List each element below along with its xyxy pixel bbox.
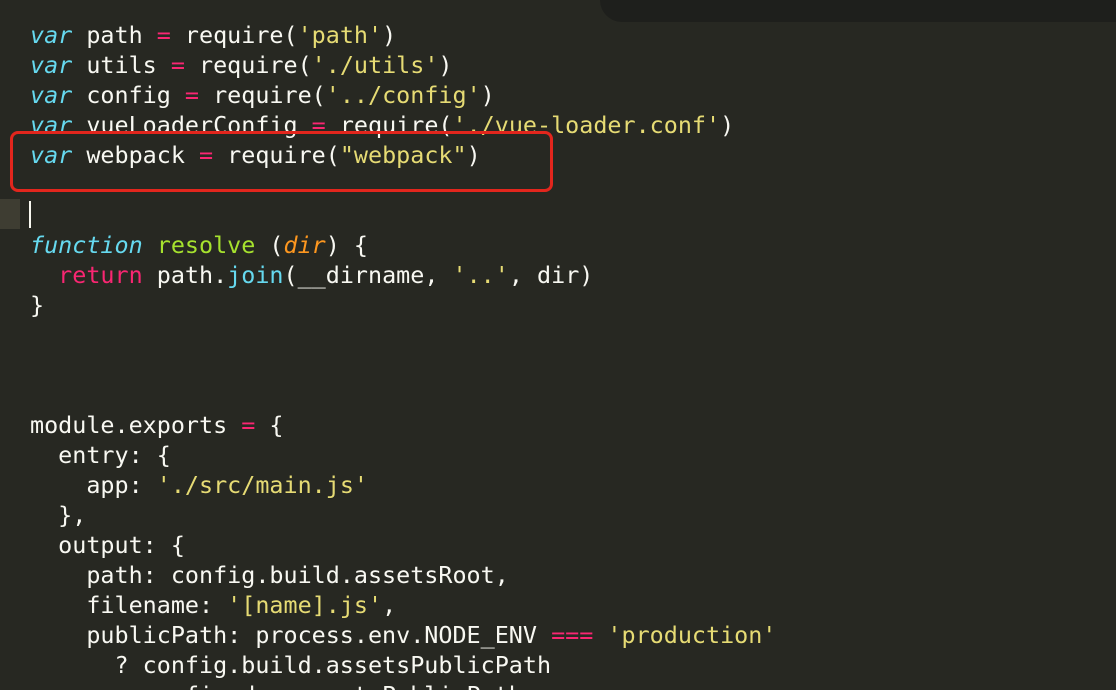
code-token: require( bbox=[184, 51, 312, 79]
code-token: , dir) bbox=[508, 261, 594, 289]
code-line[interactable]: publicPath: process.env.NODE_ENV === 'pr… bbox=[30, 620, 776, 650]
code-token: app: bbox=[30, 471, 157, 499]
code-token: './utils' bbox=[311, 51, 439, 79]
code-token: : config.dev.assetsPublicPath bbox=[30, 681, 522, 690]
code-token: 'path' bbox=[297, 21, 383, 49]
code-token: }, bbox=[30, 501, 87, 529]
code-token: dir bbox=[283, 231, 326, 259]
code-token: } bbox=[30, 291, 45, 319]
code-token: ) bbox=[438, 51, 453, 79]
code-line[interactable]: entry: { bbox=[30, 440, 776, 470]
code-token: ) bbox=[480, 81, 495, 109]
code-token: path: config.build.assetsRoot, bbox=[30, 561, 509, 589]
code-token: 'production' bbox=[607, 621, 777, 649]
code-line[interactable]: var utils = require('./utils') bbox=[30, 50, 776, 80]
code-line[interactable] bbox=[30, 380, 776, 410]
code-line[interactable] bbox=[30, 320, 776, 350]
code-token: = bbox=[184, 81, 200, 109]
code-editor[interactable]: var path = require('path') var utils = re… bbox=[0, 0, 1116, 690]
code-token: config bbox=[72, 81, 185, 109]
code-token: var bbox=[30, 81, 73, 109]
code-line[interactable]: app: './src/main.js' bbox=[30, 470, 776, 500]
code-token: function bbox=[30, 231, 143, 259]
code-line[interactable] bbox=[30, 200, 776, 230]
code-token: (__dirname, bbox=[283, 261, 453, 289]
code-line[interactable]: filename: '[name].js', bbox=[30, 590, 776, 620]
code-line[interactable]: path: config.build.assetsRoot, bbox=[30, 560, 776, 590]
code-token: path bbox=[72, 21, 157, 49]
code-token: ( bbox=[255, 231, 284, 259]
code-token: { bbox=[255, 411, 284, 439]
title-bar bbox=[0, 0, 1116, 22]
code-line[interactable]: output: { bbox=[30, 530, 776, 560]
code-token: require( bbox=[199, 81, 326, 109]
code-token: return bbox=[58, 261, 143, 289]
tab-strip bbox=[600, 0, 1116, 22]
code-token: ) { bbox=[325, 231, 369, 259]
annotation-highlight-box bbox=[10, 131, 553, 192]
code-token: '../config' bbox=[325, 81, 481, 109]
current-line-gutter-marker bbox=[0, 199, 20, 229]
code-line[interactable]: var config = require('../config') bbox=[30, 80, 776, 110]
code-token: , bbox=[382, 591, 397, 619]
code-token: '[name].js' bbox=[227, 591, 383, 619]
code-token: entry: { bbox=[30, 441, 171, 469]
code-token: module.exports bbox=[30, 411, 242, 439]
code-line[interactable]: return path.join(__dirname, '..', dir) bbox=[30, 260, 776, 290]
code-lines[interactable]: var path = require('path') var utils = re… bbox=[30, 20, 776, 690]
code-token: filename: bbox=[30, 591, 228, 619]
code-token: join bbox=[227, 261, 284, 289]
code-line[interactable]: } bbox=[30, 290, 776, 320]
text-cursor bbox=[29, 201, 31, 228]
code-token: = bbox=[170, 51, 185, 79]
code-line[interactable]: }, bbox=[30, 500, 776, 530]
code-line[interactable]: ? config.build.assetsPublicPath bbox=[30, 650, 776, 680]
code-token: '..' bbox=[452, 261, 509, 289]
code-line[interactable]: var path = require('path') bbox=[30, 20, 776, 50]
code-token: var bbox=[30, 51, 73, 79]
code-token: require( bbox=[170, 21, 298, 49]
code-token: ) bbox=[720, 111, 735, 139]
code-token: var bbox=[30, 21, 73, 49]
code-line[interactable] bbox=[30, 350, 776, 380]
code-token: === bbox=[551, 621, 594, 649]
code-token: = bbox=[156, 21, 171, 49]
code-token: publicPath: process.env.NODE_ENV bbox=[30, 621, 552, 649]
code-line[interactable]: : config.dev.assetsPublicPath bbox=[30, 680, 776, 690]
code-token: resolve bbox=[156, 231, 256, 259]
code-token: = bbox=[241, 411, 256, 439]
code-token: utils bbox=[72, 51, 171, 79]
code-token: path. bbox=[142, 261, 228, 289]
code-line[interactable]: module.exports = { bbox=[30, 410, 776, 440]
code-token: output: { bbox=[30, 531, 185, 559]
code-token: ) bbox=[382, 21, 397, 49]
code-line[interactable]: function resolve (dir) { bbox=[30, 230, 776, 260]
code-token: ? config.build.assetsPublicPath bbox=[30, 651, 552, 679]
code-token: './src/main.js' bbox=[156, 471, 368, 499]
